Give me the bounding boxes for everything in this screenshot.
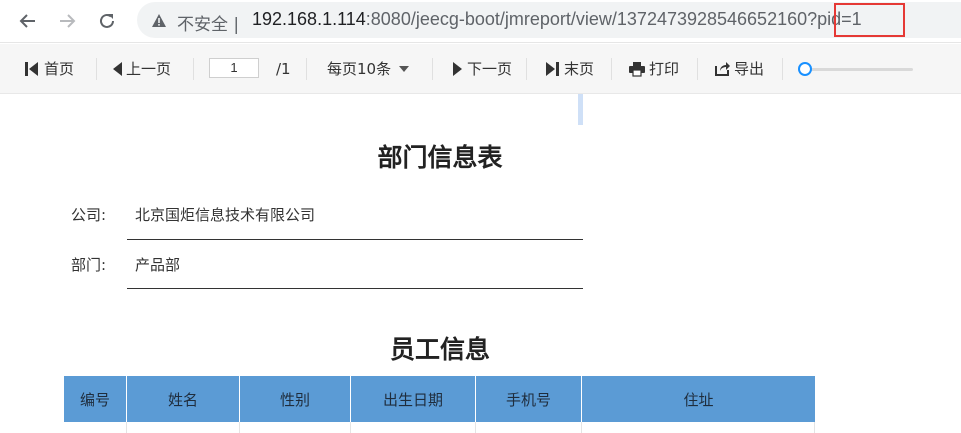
column-header-name: 姓名 — [127, 376, 240, 422]
arrow-right-icon — [60, 14, 76, 28]
column-header-id: 编号 — [64, 376, 127, 422]
first-page-icon — [25, 61, 38, 76]
arrow-left-icon — [19, 14, 35, 28]
column-marker — [578, 94, 583, 125]
table-cell — [127, 422, 240, 433]
caret-down-icon — [399, 65, 410, 72]
last-page-icon — [546, 61, 559, 76]
column-header-address: 住址 — [683, 390, 714, 409]
table-cell — [64, 422, 127, 433]
toolbar-divider — [611, 58, 612, 80]
column-header-birthdate: 出生日期 — [351, 376, 476, 422]
page-total: /1 — [276, 59, 291, 78]
column-header-phone: 手机号 — [476, 376, 582, 422]
table-cell — [476, 422, 582, 433]
page-size-select[interactable]: 每页10条 — [327, 44, 412, 93]
dept-value: 产品部 — [135, 256, 181, 274]
caret-left-icon — [113, 61, 122, 76]
next-page-button[interactable]: 下一页 — [452, 44, 512, 93]
table-cell — [582, 422, 815, 433]
prev-page-button[interactable]: 上一页 — [111, 44, 171, 93]
page-number-input[interactable]: 1 — [209, 58, 259, 78]
back-button[interactable] — [14, 7, 42, 35]
company-label: 公司: — [71, 206, 107, 224]
export-label: 导出 — [734, 60, 765, 78]
reload-button[interactable] — [93, 7, 121, 35]
reload-icon — [100, 13, 114, 28]
company-value: 北京国炬信息技术有限公司 — [135, 206, 316, 224]
export-button[interactable]: 导出 — [714, 44, 764, 93]
warning-icon — [152, 14, 166, 27]
last-page-button[interactable]: 末页 — [543, 44, 594, 93]
page-size-label: 每页10条 — [327, 60, 392, 78]
zoom-slider-track[interactable] — [800, 68, 913, 71]
toolbar-divider — [697, 58, 698, 80]
table-cell — [351, 422, 476, 433]
toolbar-divider — [96, 58, 97, 80]
toolbar-divider — [782, 58, 783, 80]
company-underline — [127, 239, 583, 240]
security-label[interactable]: 不安全 | — [177, 10, 239, 35]
table-cell — [240, 422, 351, 433]
forward-button[interactable] — [53, 7, 81, 35]
export-icon — [715, 62, 730, 76]
toolbar-divider — [193, 58, 194, 80]
section-title: 员工信息 — [389, 335, 490, 364]
toolbar-divider — [526, 58, 527, 80]
prev-page-label: 上一页 — [126, 60, 172, 78]
report-title: 部门信息表 — [377, 143, 503, 172]
print-button[interactable]: 打印 — [628, 44, 679, 93]
print-label: 打印 — [649, 60, 680, 78]
caret-right-icon — [453, 61, 462, 76]
first-page-button[interactable]: 首页 — [23, 44, 74, 93]
last-page-label: 末页 — [564, 60, 595, 78]
column-header-gender: 性别 — [240, 376, 351, 422]
browser-bar: 不安全 | 192.168.1.114:8080/jeecg-boot/jmre… — [0, 0, 961, 43]
printer-icon — [629, 61, 645, 77]
table-row — [64, 422, 815, 433]
dept-label: 部门: — [71, 256, 107, 274]
dept-underline — [127, 288, 583, 289]
toolbar-divider — [432, 58, 433, 80]
zoom-slider-handle[interactable] — [798, 62, 812, 76]
employee-table-header: 编号 姓名 性别 出生日期 手机号 住址 — [64, 376, 815, 422]
url-text[interactable]: 192.168.1.114:8080/jeecg-boot/jmreport/v… — [252, 9, 862, 30]
toolbar-divider — [306, 58, 307, 80]
pid-highlight-box — [834, 3, 905, 37]
next-page-label: 下一页 — [467, 60, 513, 78]
first-page-label: 首页 — [44, 60, 75, 78]
